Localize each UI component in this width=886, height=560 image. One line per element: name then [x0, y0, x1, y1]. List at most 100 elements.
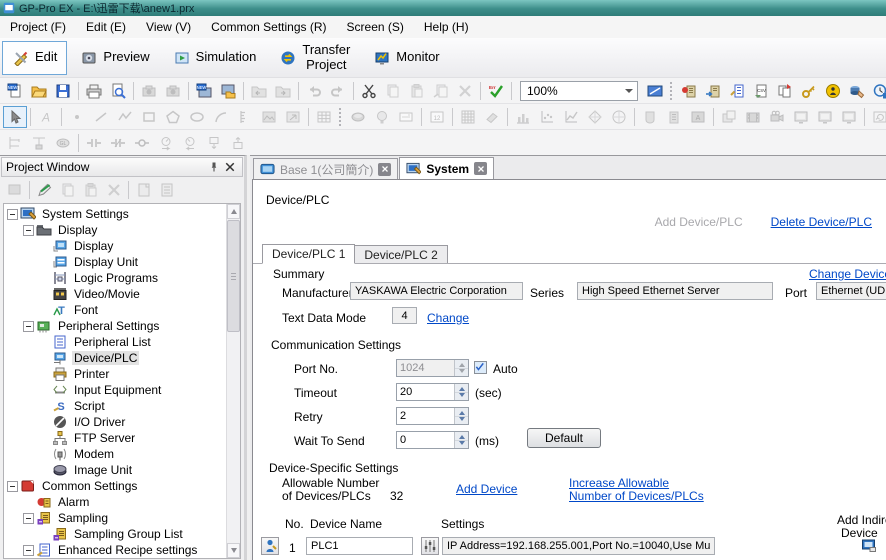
- monitor-c-icon[interactable]: [837, 106, 861, 128]
- device-settings-button[interactable]: [421, 537, 439, 555]
- tree-item[interactable]: Device/PLC: [4, 350, 225, 366]
- tree-item[interactable]: Enhanced Recipe settings: [4, 542, 225, 558]
- tree-item[interactable]: Display Unit: [4, 254, 225, 270]
- retry-spinner[interactable]: 2: [396, 407, 469, 425]
- ellipse-icon[interactable]: [185, 106, 209, 128]
- tree-item[interactable]: S Script: [4, 398, 225, 414]
- movie-camera-icon[interactable]: [765, 106, 789, 128]
- bar-graph-icon[interactable]: [511, 106, 535, 128]
- arc-icon[interactable]: [209, 106, 233, 128]
- tree-item[interactable]: Peripheral Settings: [4, 318, 225, 334]
- menu-item[interactable]: Screen (S): [337, 16, 414, 38]
- password-icon[interactable]: [821, 80, 845, 102]
- label-a-icon[interactable]: A: [686, 106, 710, 128]
- delete-icon[interactable]: [453, 80, 477, 102]
- tree-item[interactable]: Logic Programs: [4, 270, 225, 286]
- tree-item[interactable]: Input Equipment: [4, 382, 225, 398]
- clock-settings-icon[interactable]: [869, 80, 886, 102]
- tree-item[interactable]: Printer: [4, 366, 225, 382]
- menu-item[interactable]: View (V): [136, 16, 201, 38]
- pw-doc1-icon[interactable]: [132, 180, 155, 200]
- close-icon[interactable]: [222, 160, 238, 174]
- change-text-data-mode-link[interactable]: Change: [427, 311, 469, 325]
- add-device-link[interactable]: Add Device: [456, 482, 517, 496]
- spin-down-icon[interactable]: [455, 441, 468, 449]
- increase-allowable-link-1[interactable]: Increase Allowable: [569, 476, 669, 490]
- refresh-parts-icon[interactable]: [868, 106, 886, 128]
- polygon-icon[interactable]: [161, 106, 185, 128]
- tree-item[interactable]: Sampling Group List: [4, 526, 225, 542]
- spin-down-icon[interactable]: [455, 369, 468, 377]
- device-plc-tab[interactable]: Device/PLC 2: [354, 245, 447, 264]
- pw-copy-icon[interactable]: [56, 180, 79, 200]
- open-icon[interactable]: [27, 80, 51, 102]
- device-transfer-icon[interactable]: [701, 80, 725, 102]
- duplicate-icon[interactable]: [429, 80, 453, 102]
- counter-up-icon[interactable]: [226, 132, 250, 154]
- eraser-icon[interactable]: [480, 106, 504, 128]
- tab-close-icon[interactable]: [378, 163, 391, 176]
- spin-down-icon[interactable]: [455, 393, 468, 401]
- tree-expander-icon[interactable]: [23, 321, 34, 332]
- building-parts-icon[interactable]: [662, 106, 686, 128]
- tree-expander-icon[interactable]: [7, 209, 18, 220]
- mode-button[interactable]: Transfer Project: [269, 41, 360, 75]
- window-parts-icon[interactable]: [717, 106, 741, 128]
- pw-paste-icon[interactable]: [79, 180, 102, 200]
- lamp-icon[interactable]: [370, 106, 394, 128]
- pw-screen-icon[interactable]: [3, 180, 26, 200]
- scroll-down-button[interactable]: [227, 543, 240, 558]
- spin-up-icon[interactable]: [455, 384, 468, 393]
- tree-item[interactable]: T Font: [4, 302, 225, 318]
- delete-device-plc-link[interactable]: Delete Device/PLC: [771, 215, 872, 229]
- scatter-graph-icon[interactable]: [535, 106, 559, 128]
- add-indirect-device-button[interactable]: [861, 537, 879, 555]
- fit-screen-icon[interactable]: [643, 80, 667, 102]
- tree-item[interactable]: Image Unit: [4, 462, 225, 478]
- line-icon[interactable]: [89, 106, 113, 128]
- wait-to-send-spinner[interactable]: 0: [396, 431, 469, 449]
- contact-no-icon[interactable]: [82, 132, 106, 154]
- menu-item[interactable]: Help (H): [414, 16, 479, 38]
- screen-call-icon[interactable]: [281, 106, 305, 128]
- tab-close-icon[interactable]: [474, 162, 487, 175]
- titlebar[interactable]: GP-Pro EX - E:\迅雷下载\anew1.prx: [0, 0, 886, 16]
- graph-3d-icon[interactable]: [583, 106, 607, 128]
- next-screen-icon[interactable]: [271, 80, 295, 102]
- save-icon[interactable]: [51, 80, 75, 102]
- print-icon[interactable]: [82, 80, 106, 102]
- tree-expander-icon[interactable]: [23, 225, 34, 236]
- spin-down-icon[interactable]: [455, 417, 468, 425]
- text-icon[interactable]: A: [34, 106, 58, 128]
- editor-tab[interactable]: Base 1(公司簡介): [253, 158, 398, 179]
- tree-expander-icon[interactable]: [23, 545, 34, 556]
- compass-icon[interactable]: [607, 106, 631, 128]
- redo-icon[interactable]: [326, 80, 350, 102]
- line-graph-icon[interactable]: [559, 106, 583, 128]
- default-button[interactable]: Default: [527, 428, 601, 448]
- scale-icon[interactable]: [233, 106, 257, 128]
- mode-button[interactable]: Preview: [70, 41, 159, 75]
- tree-scrollbar[interactable]: [226, 204, 240, 558]
- auto-checkbox[interactable]: [474, 361, 487, 374]
- prev-screen-icon[interactable]: [247, 80, 271, 102]
- image-icon[interactable]: [257, 106, 281, 128]
- tree-item[interactable]: Sampling: [4, 510, 225, 526]
- switch-icon[interactable]: [346, 106, 370, 128]
- copy-icon[interactable]: [381, 80, 405, 102]
- capture-part-icon[interactable]: [137, 80, 161, 102]
- select-cursor-icon[interactable]: [3, 106, 27, 128]
- tree-item[interactable]: Video/Movie: [4, 286, 225, 302]
- timer-on-icon[interactable]: [154, 132, 178, 154]
- increase-allowable-link-2[interactable]: Number of Devices/PLCs: [569, 489, 704, 503]
- pin-icon[interactable]: [206, 160, 222, 174]
- tree-item[interactable]: Display: [4, 222, 225, 238]
- zoom-combobox[interactable]: 100%: [520, 81, 638, 101]
- lad-coil-icon[interactable]: GL: [51, 132, 75, 154]
- pw-edit-icon[interactable]: [33, 180, 56, 200]
- menu-item[interactable]: Common Settings (R): [201, 16, 336, 38]
- menu-item[interactable]: Edit (E): [76, 16, 136, 38]
- table-icon[interactable]: [312, 106, 336, 128]
- open-screen-icon[interactable]: [216, 80, 240, 102]
- new-screen-icon[interactable]: NEW: [192, 80, 216, 102]
